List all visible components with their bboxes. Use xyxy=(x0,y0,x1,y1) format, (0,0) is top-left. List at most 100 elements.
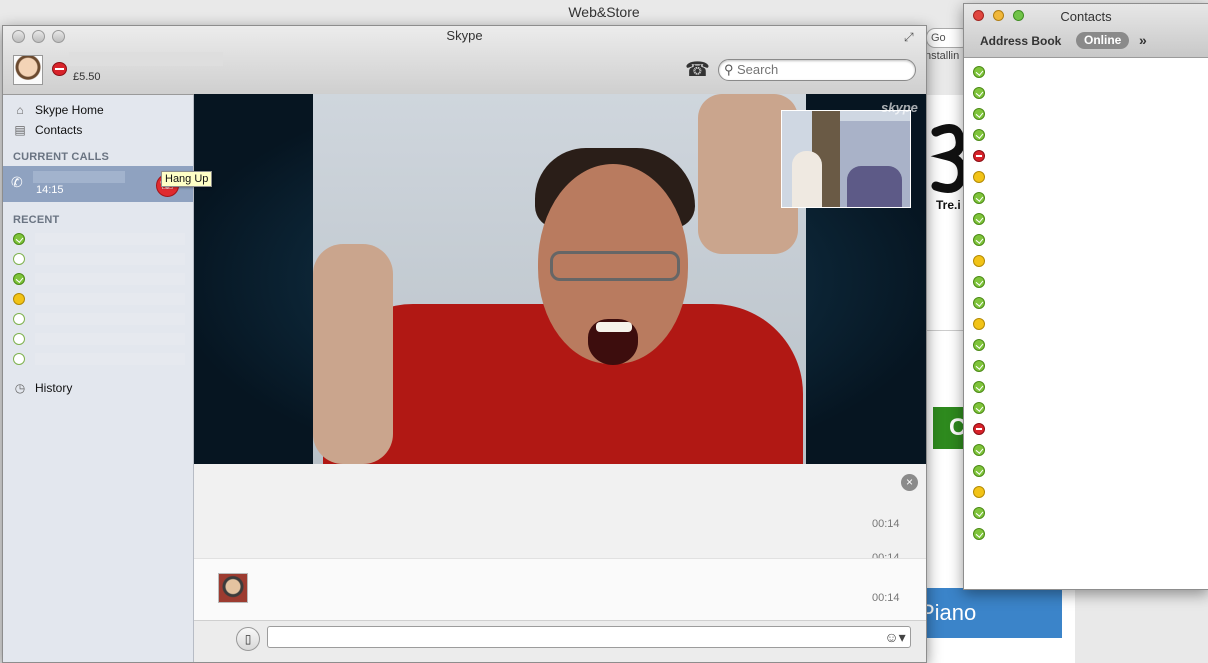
contact-row[interactable] xyxy=(964,440,1208,461)
chat-message-block: 00:14 xyxy=(194,558,926,621)
contact-row[interactable] xyxy=(964,230,1208,251)
contact-row[interactable] xyxy=(964,62,1208,83)
search-box[interactable]: ⚲ xyxy=(718,59,916,81)
online-status-icon xyxy=(973,528,985,540)
contact-row[interactable] xyxy=(964,104,1208,125)
online-status-icon xyxy=(973,381,985,393)
sms-phone-icon[interactable]: ▯ xyxy=(236,627,260,651)
self-view-video[interactable] xyxy=(781,110,911,208)
contact-row[interactable] xyxy=(964,251,1208,272)
address-book-tab[interactable]: Address Book xyxy=(980,34,1061,48)
online-filter-tab[interactable]: Online xyxy=(1076,32,1130,49)
contacts-book-icon: ▤ xyxy=(14,123,26,137)
online-status-icon xyxy=(973,129,985,141)
recent-contact-name-redacted xyxy=(35,333,185,345)
background-search-text: Go xyxy=(931,32,946,44)
online-status-icon xyxy=(973,66,985,78)
background-divider xyxy=(925,330,965,331)
search-input[interactable] xyxy=(737,61,907,78)
offline-status-icon xyxy=(13,353,25,365)
skype-credit[interactable]: £5.50 xyxy=(73,71,101,83)
recent-contact-name-redacted xyxy=(35,313,185,325)
my-avatar[interactable] xyxy=(13,55,43,85)
away-status-icon xyxy=(973,171,985,183)
more-tabs-chevron-icon[interactable]: » xyxy=(1139,32,1147,48)
recent-contact-row[interactable] xyxy=(13,249,185,269)
recent-contact-row[interactable] xyxy=(13,289,185,309)
contact-row[interactable] xyxy=(964,356,1208,377)
online-status-icon xyxy=(973,297,985,309)
recent-contact-name-redacted xyxy=(35,293,185,305)
contact-row[interactable] xyxy=(964,377,1208,398)
dial-pad-phone-icon[interactable]: ☎ xyxy=(685,59,710,81)
contact-row[interactable] xyxy=(964,419,1208,440)
recent-contact-row[interactable] xyxy=(13,269,185,289)
contacts-window-title: Contacts xyxy=(1060,9,1112,24)
sidebar-item-history[interactable]: ◷ History xyxy=(13,379,73,397)
online-status-icon xyxy=(973,234,985,246)
contact-row[interactable] xyxy=(964,125,1208,146)
hang-up-tooltip: Hang Up xyxy=(161,171,213,187)
online-status-icon xyxy=(13,233,25,245)
contact-row[interactable] xyxy=(964,503,1208,524)
call-duration: 14:15 xyxy=(36,184,64,196)
remote-video-feed xyxy=(313,94,806,464)
video-call-area[interactable]: skype xyxy=(194,94,926,464)
contact-row[interactable] xyxy=(964,188,1208,209)
contact-row[interactable] xyxy=(964,272,1208,293)
skype-titlebar: Skype ⤢ £5.50 ☎ ⚲ xyxy=(3,26,926,95)
contact-row[interactable] xyxy=(964,314,1208,335)
clock-icon: ◷ xyxy=(14,381,26,395)
message-timestamp: 00:14 xyxy=(872,518,900,530)
recent-contact-row[interactable] xyxy=(13,349,185,369)
call-contact-name-redacted xyxy=(33,171,125,183)
recent-contact-name-redacted xyxy=(35,253,185,265)
background-green-button[interactable]: C xyxy=(933,407,965,449)
contact-row[interactable] xyxy=(964,209,1208,230)
sidebar-item-contacts[interactable]: ▤ Contacts xyxy=(13,121,82,139)
online-status-icon xyxy=(973,507,985,519)
contact-row[interactable] xyxy=(964,398,1208,419)
contact-row[interactable] xyxy=(964,482,1208,503)
recent-contact-row[interactable] xyxy=(13,309,185,329)
my-display-name-redacted xyxy=(69,52,223,66)
current-calls-header: CURRENT CALLS xyxy=(13,151,110,163)
tre-logo-text: Tre.i xyxy=(936,198,961,212)
contact-row[interactable] xyxy=(964,83,1208,104)
recent-contact-row[interactable] xyxy=(13,229,185,249)
contact-row[interactable] xyxy=(964,293,1208,314)
contact-row[interactable] xyxy=(964,146,1208,167)
offline-status-icon xyxy=(13,313,25,325)
recent-contact-row[interactable] xyxy=(13,329,185,349)
close-icon[interactable]: × xyxy=(901,474,918,491)
video-glasses xyxy=(550,251,680,281)
search-icon: ⚲ xyxy=(724,62,734,77)
home-icon: ⌂ xyxy=(16,103,24,117)
online-status-icon xyxy=(973,339,985,351)
sidebar-item-skype-home[interactable]: ⌂ Skype Home xyxy=(13,101,104,119)
recent-header: RECENT xyxy=(13,214,60,226)
online-status-icon xyxy=(973,108,985,120)
offline-status-icon xyxy=(13,333,25,345)
video-teeth xyxy=(596,322,632,332)
away-status-icon xyxy=(973,255,985,267)
contact-row[interactable] xyxy=(964,167,1208,188)
contact-row[interactable] xyxy=(964,524,1208,545)
skype-watermark: skype xyxy=(881,100,918,115)
online-status-icon xyxy=(973,465,985,477)
contact-row[interactable] xyxy=(964,335,1208,356)
sidebar-item-label: Contacts xyxy=(35,123,83,137)
skype-window: Skype ⤢ £5.50 ☎ ⚲ ⌂Skype Home ▤Contacts … xyxy=(2,25,927,663)
sidebar-item-label: Skype Home xyxy=(35,103,104,117)
online-status-icon xyxy=(973,87,985,99)
emoticon-picker-icon[interactable]: ☺▾ xyxy=(883,629,907,647)
sender-avatar[interactable] xyxy=(218,573,248,603)
message-input[interactable] xyxy=(267,626,911,648)
online-status-icon xyxy=(973,213,985,225)
do-not-disturb-status-icon[interactable] xyxy=(52,62,67,76)
tre-logo xyxy=(930,123,967,193)
contact-row[interactable] xyxy=(964,461,1208,482)
online-status-icon xyxy=(973,276,985,288)
fullscreen-icon[interactable]: ⤢ xyxy=(904,30,920,44)
contacts-titlebar: Contacts Address Book Online » xyxy=(964,4,1208,58)
